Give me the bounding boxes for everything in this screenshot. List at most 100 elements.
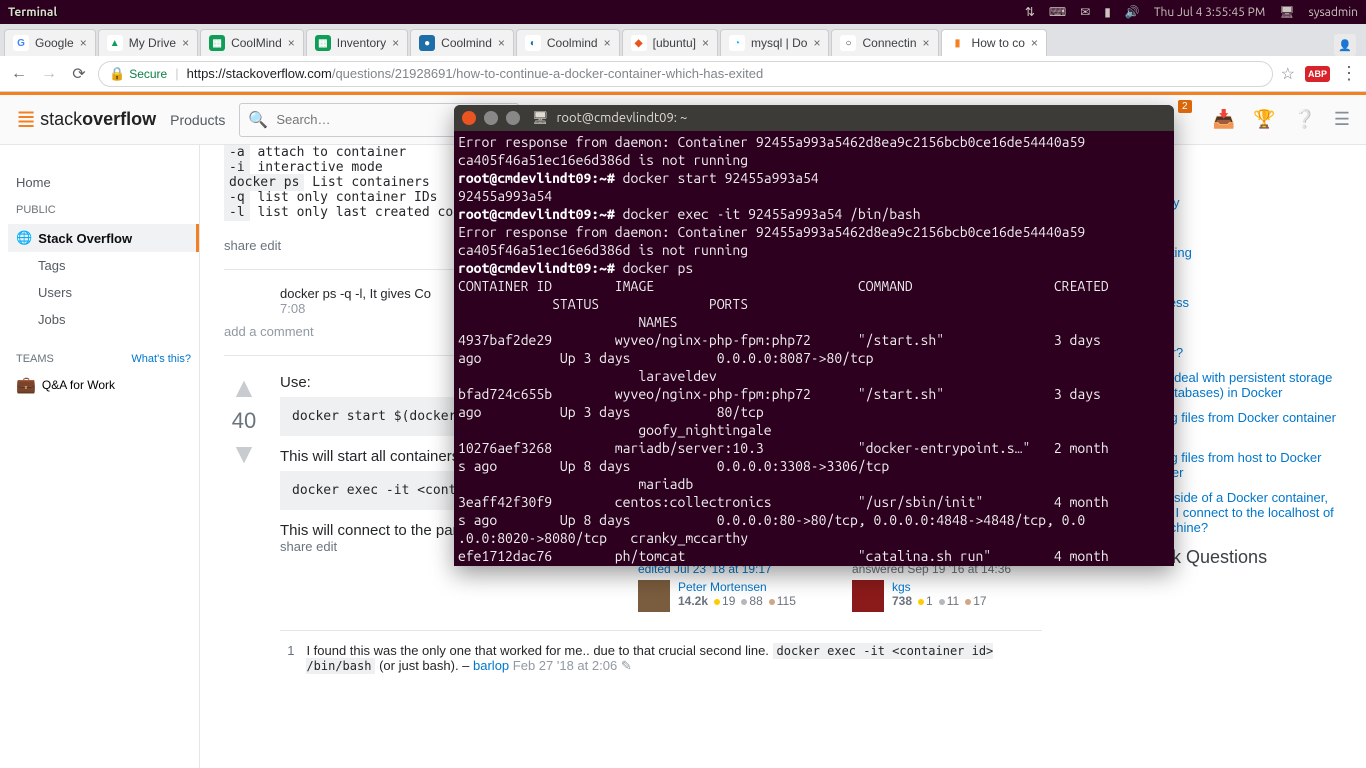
browser-tab[interactable]: ○Connectin×: [831, 29, 938, 56]
back-button[interactable]: ←: [8, 65, 30, 83]
browser-tab[interactable]: ▮ How to co ×: [941, 29, 1047, 56]
url-scheme: https://: [187, 66, 226, 81]
nav-jobs[interactable]: Jobs: [8, 306, 199, 333]
favicon: ◔: [729, 35, 745, 51]
vote-score: 40: [224, 402, 264, 440]
comment-1: 1 I found this was the only one that wor…: [280, 630, 1042, 674]
secure-label: Secure: [129, 67, 167, 81]
so-logo-icon: ≣: [16, 105, 36, 134]
inbox-icon[interactable]: 📥: [1213, 109, 1235, 130]
whats-this-link[interactable]: What's this?: [131, 353, 191, 365]
chrome-menu-icon[interactable]: ⋮: [1340, 63, 1358, 84]
nav-home[interactable]: Home: [8, 169, 199, 196]
share-edit-1[interactable]: share edit: [224, 238, 281, 253]
editor-card: edited Jul 23 '18 at 19:17 Peter Mortens…: [638, 562, 828, 612]
browser-tab[interactable]: ◔ mysql | Do ×: [720, 29, 829, 56]
author-card: answered Sep 19 '16 at 14:36 kgs 7381111…: [852, 562, 1042, 612]
terminal-output[interactable]: Error response from daemon: Container 92…: [454, 131, 1174, 566]
terminal-window[interactable]: 🖥 root@cmdevlindt09: ~ Error response fr…: [454, 105, 1174, 566]
tab-label: Google: [35, 36, 74, 50]
so-logo[interactable]: ≣ stackoverflow: [16, 105, 156, 134]
tab-close-icon[interactable]: ×: [813, 36, 820, 50]
keyboard-icon[interactable]: ⌨: [1049, 5, 1066, 19]
tab-close-icon[interactable]: ×: [702, 36, 709, 50]
terminal-close-button[interactable]: [462, 111, 476, 125]
share-edit-2[interactable]: share edit: [280, 539, 337, 554]
tab-label: How to co: [972, 36, 1025, 50]
terminal-title: root@cmdevlindt09: ~: [557, 109, 688, 127]
tab-close-icon[interactable]: ×: [923, 36, 930, 50]
qa-for-work[interactable]: 💼 Q&A for Work: [8, 371, 199, 399]
browser-tab[interactable]: ▲ My Drive ×: [98, 29, 198, 56]
favicon: ●: [419, 35, 435, 51]
chrome-profile-avatar[interactable]: 👤: [1334, 34, 1356, 56]
tab-close-icon[interactable]: ×: [498, 36, 505, 50]
tab-close-icon[interactable]: ×: [1031, 36, 1038, 50]
products-link[interactable]: Products: [170, 112, 225, 128]
browser-tab[interactable]: ● Coolmind ×: [410, 29, 514, 56]
browser-tab[interactable]: GGoogle×: [4, 29, 96, 56]
browser-tab[interactable]: ◆[ubuntu]×: [622, 29, 718, 56]
favicon: ○: [840, 35, 856, 51]
nav-users[interactable]: Users: [8, 279, 199, 306]
url-host: stackoverflow.com: [226, 66, 332, 81]
nav-stack-overflow[interactable]: 🌐Stack Overflow: [8, 224, 199, 252]
favicon: ▦: [315, 35, 331, 51]
url-path: /questions/21928691/how-to-continue-a-do…: [332, 66, 763, 81]
terminal-maximize-button[interactable]: [506, 111, 520, 125]
mail-icon[interactable]: ✉: [1080, 5, 1090, 19]
editor-avatar[interactable]: [638, 580, 670, 612]
achievements-icon[interactable]: 🏆: [1253, 109, 1275, 130]
pencil-icon: ✎: [621, 658, 632, 673]
search-icon: 🔍: [248, 110, 268, 130]
editor-name[interactable]: Peter Mortensen: [678, 580, 796, 594]
reload-button[interactable]: ⟳: [68, 64, 90, 84]
tab-label: mysql | Do: [751, 36, 807, 50]
volume-icon[interactable]: 🔊: [1125, 5, 1140, 19]
favicon: ▮: [950, 35, 966, 51]
address-bar[interactable]: 🔒 Secure | https://stackoverflow.com/que…: [98, 61, 1273, 87]
terminal-titlebar[interactable]: 🖥 root@cmdevlindt09: ~: [454, 105, 1174, 131]
upvote-button[interactable]: ▲: [224, 374, 264, 402]
terminal-minimize-button[interactable]: [484, 111, 498, 125]
favicon: ▲: [107, 35, 123, 51]
help-icon[interactable]: ❔: [1293, 109, 1315, 130]
so-left-sidebar: Home PUBLIC 🌐Stack Overflow Tags Users J…: [0, 145, 200, 768]
inbox-badge[interactable]: 2: [1178, 100, 1192, 113]
bookmark-star-icon[interactable]: ☆: [1281, 64, 1295, 84]
tab-close-icon[interactable]: ×: [288, 36, 295, 50]
downvote-button[interactable]: ▼: [224, 440, 264, 468]
network-icon[interactable]: ⇅: [1025, 5, 1035, 19]
tab-label: Coolmind: [441, 36, 492, 50]
forward-button[interactable]: →: [38, 65, 60, 83]
author-name[interactable]: kgs: [892, 580, 987, 594]
ubuntu-top-bar: Terminal ⇅ ⌨ ✉ ▮ 🔊 Thu Jul 4 3:55:45 PM …: [0, 0, 1366, 24]
nav-teams-header: TEAMS: [16, 353, 54, 365]
globe-icon: 🌐: [16, 230, 32, 246]
tab-label: My Drive: [129, 36, 176, 50]
active-app-name: Terminal: [0, 6, 57, 19]
chrome-tab-strip: GGoogle×▲My Drive×▦CoolMind×▦Inventory×●…: [0, 24, 1366, 56]
tab-close-icon[interactable]: ×: [80, 36, 87, 50]
tab-label: CoolMind: [231, 36, 282, 50]
browser-tab[interactable]: ◐Coolmind×: [516, 29, 620, 56]
browser-tab[interactable]: ▦Inventory×: [306, 29, 408, 56]
comment-author[interactable]: barlop: [473, 658, 509, 673]
adblock-icon[interactable]: ABP: [1305, 66, 1330, 82]
tab-close-icon[interactable]: ×: [604, 36, 611, 50]
monitor-icon[interactable]: 🖥: [1279, 5, 1294, 19]
battery-icon[interactable]: ▮: [1104, 5, 1111, 19]
nav-tags[interactable]: Tags: [8, 252, 199, 279]
stack-exchange-icon[interactable]: ☰: [1334, 109, 1350, 130]
favicon: ▦: [209, 35, 225, 51]
favicon: ◐: [525, 35, 541, 51]
lock-icon: 🔒: [109, 66, 125, 82]
tab-close-icon[interactable]: ×: [182, 36, 189, 50]
session-user[interactable]: sysadmin: [1308, 6, 1358, 19]
browser-tab[interactable]: ▦ CoolMind ×: [200, 29, 304, 56]
author-avatar[interactable]: [852, 580, 884, 612]
briefcase-icon: 💼: [16, 375, 36, 395]
tab-close-icon[interactable]: ×: [392, 36, 399, 50]
vote-controls: ▲ 40 ▼: [224, 374, 264, 674]
clock[interactable]: Thu Jul 4 3:55:45 PM: [1154, 6, 1265, 19]
